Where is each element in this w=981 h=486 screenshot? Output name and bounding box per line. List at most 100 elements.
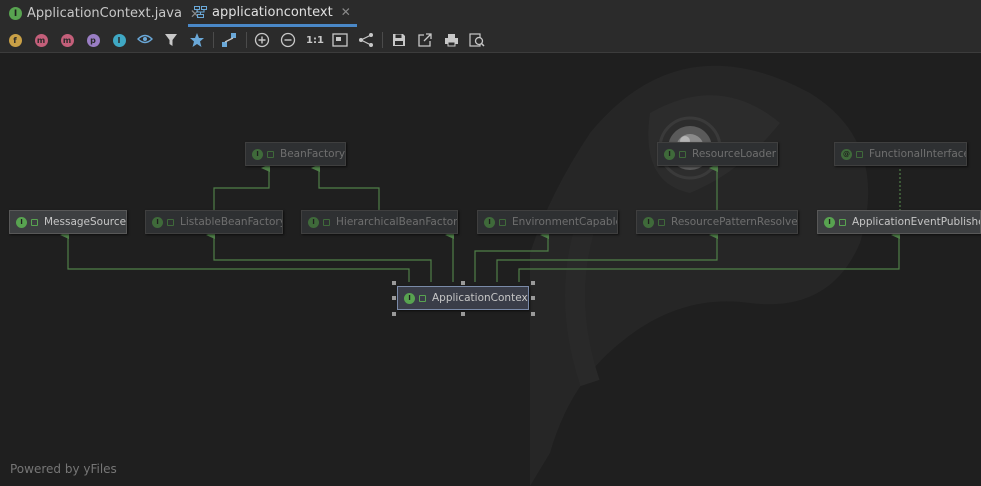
filter-icon: [165, 34, 177, 46]
layout-icon: [222, 33, 236, 47]
zoom-out-icon: [280, 32, 296, 48]
node-applicationeventpublisher[interactable]: I ApplicationEventPublisher: [817, 210, 981, 234]
node-listablebeanfactory[interactable]: I ListableBeanFactory: [145, 210, 283, 234]
show-methods-button[interactable]: m: [58, 31, 76, 49]
uml-class-diagram: [60, 164, 901, 282]
toolbar-separator: [246, 32, 247, 48]
node-label: ResourceLoader: [692, 148, 777, 160]
resize-handle[interactable]: [392, 296, 396, 300]
resize-handle[interactable]: [531, 296, 535, 300]
resize-handle[interactable]: [461, 312, 465, 316]
lock-icon: [31, 218, 38, 226]
resize-handle[interactable]: [531, 281, 535, 285]
lock-icon: [267, 150, 274, 158]
filter-button[interactable]: [162, 31, 180, 49]
node-hierarchicalbeanfactory[interactable]: I HierarchicalBeanFactory: [301, 210, 458, 234]
actual-size-button[interactable]: 1:1: [305, 31, 325, 49]
node-label: FunctionalInterface: [869, 148, 967, 160]
interface-icon: I: [9, 7, 22, 20]
interface-icon: I: [643, 216, 654, 228]
lock-icon: [658, 218, 665, 226]
editor-tab-bar: I ApplicationContext.java ✕ applicationc…: [0, 0, 981, 28]
diagram-canvas[interactable]: I BeanFactory I ResourceLoader @ Functio…: [0, 53, 981, 486]
interface-icon: I: [664, 148, 675, 160]
eye-icon: [137, 34, 153, 44]
powered-by-label: Powered by yFiles: [10, 462, 117, 476]
methods-icon: m: [60, 33, 74, 47]
node-applicationcontext[interactable]: I ApplicationContext: [397, 286, 529, 310]
save-icon: [393, 34, 405, 46]
star-icon: [190, 33, 204, 47]
toolbar-separator: [382, 32, 383, 48]
edge-hierarchical-to-beanfactory: [311, 164, 380, 210]
constructors-icon: m: [34, 33, 48, 47]
fit-content-button[interactable]: [331, 31, 349, 49]
resize-handle[interactable]: [392, 312, 396, 316]
visibility-button[interactable]: [136, 31, 154, 49]
resize-handle[interactable]: [461, 281, 465, 285]
zoom-in-icon: [254, 32, 270, 48]
node-resourceloader[interactable]: I ResourceLoader: [657, 142, 778, 166]
node-resourcepatternresolver[interactable]: I ResourcePatternResolver: [636, 210, 798, 234]
share-icon: [359, 33, 373, 47]
node-label: MessageSource: [44, 216, 127, 228]
annotation-icon: @: [841, 148, 852, 160]
diagram-icon: [194, 6, 207, 18]
fit-content-icon: [332, 33, 348, 47]
tab-applicationcontext-java[interactable]: I ApplicationContext.java ✕: [9, 0, 200, 27]
interface-icon: I: [152, 216, 163, 228]
print-preview-button[interactable]: [468, 31, 486, 49]
lock-icon: [679, 150, 686, 158]
zoom-in-button[interactable]: [253, 31, 271, 49]
inner-classes-icon: I: [112, 33, 126, 47]
interface-icon: I: [404, 292, 415, 304]
print-icon: [444, 34, 458, 47]
interface-icon: I: [824, 216, 835, 228]
lock-icon: [839, 218, 846, 226]
export-button[interactable]: [416, 31, 434, 49]
node-label: ApplicationEventPublisher: [852, 216, 981, 228]
node-beanfactory[interactable]: I BeanFactory: [245, 142, 346, 166]
close-icon[interactable]: ✕: [341, 5, 351, 19]
node-messagesource[interactable]: I MessageSource: [9, 210, 127, 234]
show-constructors-button[interactable]: m: [32, 31, 50, 49]
tab-label: applicationcontext: [212, 4, 333, 20]
properties-icon: p: [86, 33, 100, 47]
node-functionalinterface[interactable]: @ FunctionalInterface: [834, 142, 967, 166]
zoom-out-button[interactable]: [279, 31, 297, 49]
lock-icon: [419, 294, 426, 302]
toolbar-separator: [213, 32, 214, 48]
node-label: BeanFactory: [280, 148, 346, 160]
resize-handle[interactable]: [531, 312, 535, 316]
node-label: ApplicationContext: [432, 292, 529, 304]
diagram-toolbar: f m m p I 1:1: [0, 27, 981, 53]
show-inner-classes-button[interactable]: I: [110, 31, 128, 49]
node-label: EnvironmentCapable: [512, 216, 618, 228]
edge-appctx-to-environment: [474, 231, 549, 282]
edge-appctx-to-eventpublisher: [518, 231, 900, 282]
print-preview-icon: [469, 33, 485, 47]
show-properties-button[interactable]: p: [84, 31, 102, 49]
resize-handle[interactable]: [392, 281, 396, 285]
show-dependencies-button[interactable]: [188, 31, 206, 49]
node-environmentcapable[interactable]: I EnvironmentCapable: [477, 210, 618, 234]
interface-icon: I: [308, 216, 319, 228]
show-fields-button[interactable]: f: [6, 31, 24, 49]
node-label: ListableBeanFactory: [180, 216, 283, 228]
print-button[interactable]: [442, 31, 460, 49]
tab-label: ApplicationContext.java: [27, 6, 182, 21]
lock-icon: [167, 218, 174, 226]
layout-button[interactable]: [220, 31, 238, 49]
edge-appctx-to-messagesource: [60, 231, 410, 282]
lock-icon: [499, 218, 506, 226]
node-label: HierarchicalBeanFactory: [336, 216, 458, 228]
share-button[interactable]: [357, 31, 375, 49]
interface-icon: I: [252, 148, 263, 160]
edge-appctx-to-patternresolver: [496, 231, 718, 282]
export-icon: [418, 33, 432, 47]
node-label: ResourcePatternResolver: [671, 216, 798, 228]
lock-icon: [323, 218, 330, 226]
fields-icon: f: [8, 33, 22, 47]
save-button[interactable]: [390, 31, 408, 49]
tab-applicationcontext-diagram[interactable]: applicationcontext ✕: [188, 0, 357, 27]
